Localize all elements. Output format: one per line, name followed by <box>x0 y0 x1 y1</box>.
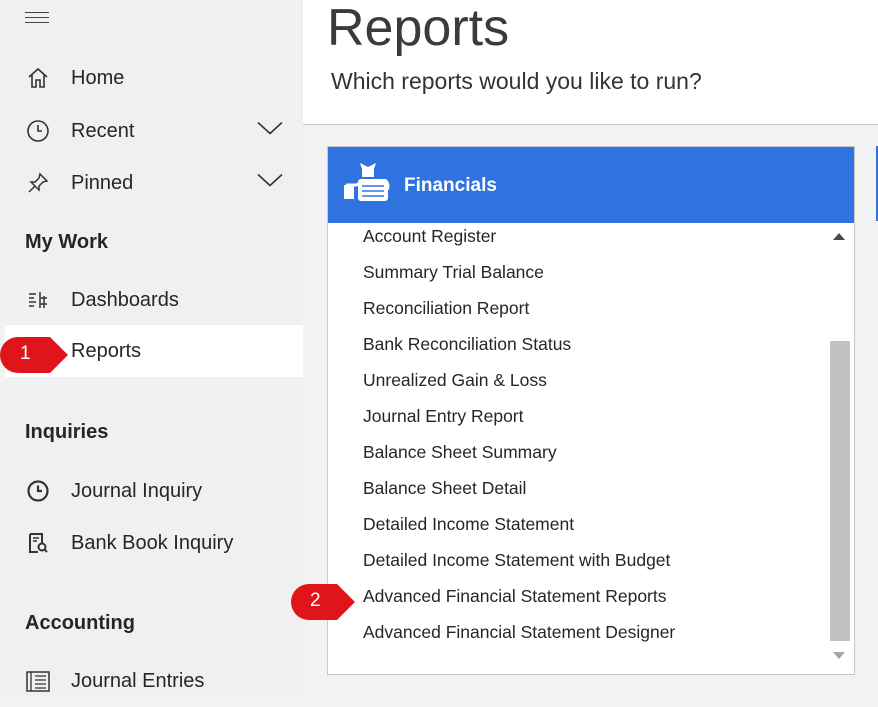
list-item[interactable]: Balance Sheet Detail <box>363 478 526 499</box>
nav-home[interactable]: Home <box>5 52 303 104</box>
history-icon <box>25 478 51 504</box>
pin-icon <box>25 170 51 196</box>
list-item[interactable]: Detailed Income Statement with Budget <box>363 550 670 571</box>
financials-card-title: Financials <box>404 175 497 196</box>
scroll-down-arrow-icon[interactable] <box>833 652 845 659</box>
list-item[interactable]: Journal Entry Report <box>363 406 524 427</box>
scroll-thumb[interactable] <box>830 341 850 641</box>
chevron-down-icon[interactable] <box>257 173 283 193</box>
callout-step-1: 1 <box>0 336 68 373</box>
page-title: Reports <box>327 0 510 57</box>
callout-step-2: 2 <box>291 583 355 620</box>
nav-journal-inquiry-label: Journal Inquiry <box>71 479 203 502</box>
section-my-work: My Work <box>25 231 108 253</box>
callout-step-1-label: 1 <box>20 343 31 364</box>
list-item[interactable]: Unrealized Gain & Loss <box>363 370 547 391</box>
nav-bank-book-inquiry[interactable]: Bank Book Inquiry <box>5 517 303 569</box>
callout-step-2-label: 2 <box>310 590 321 611</box>
chevron-down-icon[interactable] <box>257 121 283 141</box>
page-header: Reports Which reports would you like to … <box>303 0 878 125</box>
financials-card-header[interactable]: Financials <box>328 147 854 223</box>
list-item[interactable]: Advanced Financial Statement Designer <box>363 622 675 643</box>
list-item[interactable]: Balance Sheet Summary <box>363 442 557 463</box>
scroll-up-arrow-icon[interactable] <box>833 233 845 240</box>
nav-journal-entries-label: Journal Entries <box>71 669 205 692</box>
list-item[interactable]: Advanced Financial Statement Reports <box>363 586 667 607</box>
document-search-icon <box>25 530 51 556</box>
nav-recent[interactable]: Recent <box>5 105 303 157</box>
financials-card: Financials Account Register Summary Tria… <box>327 146 855 675</box>
scrollbar[interactable] <box>830 223 852 663</box>
list-item[interactable]: Summary Trial Balance <box>363 262 544 283</box>
home-icon <box>25 65 51 91</box>
content-area: Financials Account Register Summary Tria… <box>303 125 878 697</box>
nav-pinned[interactable]: Pinned <box>5 157 303 209</box>
page-subtitle: Which reports would you like to run? <box>331 68 702 94</box>
journal-icon <box>25 668 51 694</box>
list-item[interactable]: Account Register <box>363 226 496 247</box>
section-accounting: Accounting <box>25 612 135 634</box>
nav-journal-entries[interactable]: Journal Entries <box>5 655 303 707</box>
section-inquiries: Inquiries <box>25 421 109 443</box>
nav-recent-label: Recent <box>71 119 135 142</box>
nav-dashboards[interactable]: Dashboards <box>5 274 303 326</box>
nav-home-label: Home <box>71 66 125 89</box>
dashboard-icon <box>25 287 51 313</box>
nav-journal-inquiry[interactable]: Journal Inquiry <box>5 465 303 517</box>
list-item[interactable]: Bank Reconciliation Status <box>363 334 571 355</box>
nav-pinned-label: Pinned <box>71 171 134 194</box>
list-item[interactable]: Reconciliation Report <box>363 298 529 319</box>
nav-dashboards-label: Dashboards <box>71 288 179 311</box>
menu-icon[interactable] <box>25 12 49 26</box>
nav-bank-book-inquiry-label: Bank Book Inquiry <box>71 531 234 554</box>
report-list: Account Register Summary Trial Balance R… <box>328 223 854 674</box>
clock-icon <box>25 118 51 144</box>
list-item[interactable]: Detailed Income Statement <box>363 514 574 535</box>
nav-reports-label: Reports <box>71 339 142 362</box>
money-hand-icon <box>344 161 392 210</box>
